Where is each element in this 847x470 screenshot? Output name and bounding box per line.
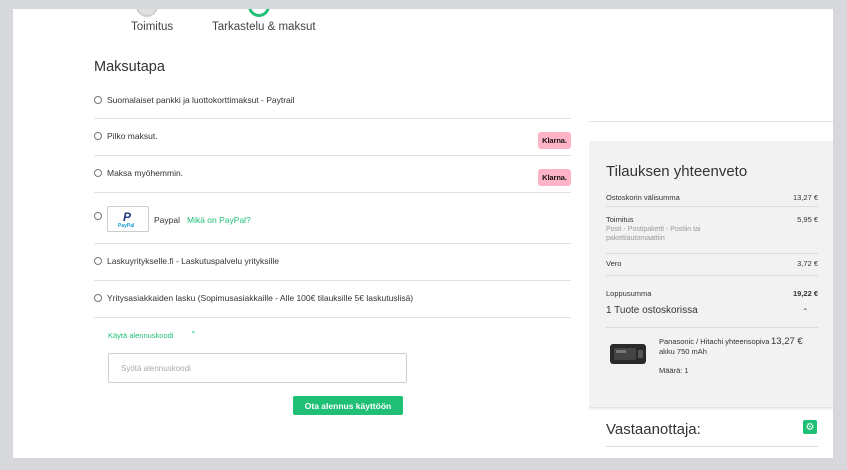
what-is-paypal-link[interactable]: Mikä on PayPal? — [187, 215, 251, 225]
chevron-up-icon[interactable]: ⌃ — [802, 307, 809, 316]
step-review-label: Tarkastelu & maksut — [212, 21, 316, 33]
payment-option-label: Suomalaiset pankki ja luottokorttimaksut… — [107, 95, 295, 105]
chevron-up-icon[interactable]: ⌃ — [190, 330, 197, 339]
total-label: Loppusumma — [606, 289, 652, 298]
subtotal-value: 13,27 € — [792, 193, 818, 202]
discount-code-input[interactable] — [108, 353, 407, 383]
summary-title: Tilauksen yhteenveto — [606, 163, 748, 180]
divider — [589, 121, 833, 122]
product-quantity: Määrä: 1 — [659, 366, 689, 375]
shipping-label: Toimitus — [606, 215, 634, 224]
tax-value: 3,72 € — [797, 259, 818, 268]
payment-option-business-invoice[interactable]: Yritysasiakkaiden lasku (Sopimusasiakkai… — [94, 282, 571, 318]
cart-items-toggle[interactable]: 1 Tuote ostoskorissa — [606, 305, 698, 316]
payment-option-label: Laskuyritykselle.fi - Laskutuspalvelu yr… — [107, 256, 279, 266]
payment-option-klarna-later[interactable]: Maksa myöhemmin. Klarna. — [94, 157, 571, 193]
payment-section-title: Maksutapa — [94, 59, 165, 75]
subtotal-label: Ostoskorin välisumma — [606, 193, 680, 202]
receiver-title: Vastaanottaja: — [606, 421, 701, 438]
divider — [606, 253, 818, 254]
payment-option-laskuyritykselle[interactable]: Laskuyritykselle.fi - Laskutuspalvelu yr… — [94, 245, 571, 281]
order-summary: Tilauksen yhteenveto Ostoskorin välisumm… — [589, 141, 833, 410]
total-value: 19,22 € — [792, 289, 818, 298]
shipping-method-detail: Posti - Postipaketti - Postiin tai paket… — [606, 226, 701, 243]
gear-icon[interactable]: ⚙ — [803, 420, 817, 434]
radio-button[interactable] — [94, 294, 102, 302]
payment-option-label: Yritysasiakkaiden lasku (Sopimusasiakkai… — [107, 293, 414, 303]
divider — [606, 446, 818, 447]
battery-product-image — [610, 344, 646, 364]
radio-button[interactable] — [94, 96, 102, 104]
product-name: Panasonic / Hitachi yhteensopiva akku 75… — [659, 337, 770, 357]
payment-option-paytrail[interactable]: Suomalaiset pankki ja luottokorttimaksut… — [94, 89, 571, 119]
checkout-page: Toimitus Tarkastelu & maksut Maksutapa S… — [13, 9, 833, 458]
step-review-indicator — [248, 9, 270, 17]
step-toimitus-label[interactable]: Toimitus — [131, 21, 173, 33]
total-row: Loppusumma 19,22 € — [606, 289, 818, 298]
product-price: 13,27 € — [771, 336, 803, 347]
tax-label: Vero — [606, 259, 622, 268]
payment-option-klarna-split[interactable]: Pilko maksut. Klarna. — [94, 120, 571, 156]
divider — [606, 206, 818, 207]
subtotal-row: Ostoskorin välisumma 13,27 € — [606, 193, 818, 202]
payment-option-paypal[interactable]: P PayPal Paypal Mikä on PayPal? — [94, 194, 571, 244]
radio-button[interactable] — [94, 132, 102, 140]
payment-option-label: Paypal — [154, 215, 180, 225]
klarna-logo: Klarna. — [538, 169, 571, 186]
payment-option-label: Pilko maksut. — [107, 131, 158, 141]
step-toimitus-indicator[interactable] — [136, 9, 158, 17]
discount-toggle[interactable]: Käytä alennuskoodi — [108, 331, 173, 340]
divider — [606, 275, 818, 276]
shipping-value: 5,95 € — [797, 215, 818, 224]
divider — [606, 327, 818, 328]
radio-button[interactable] — [94, 169, 102, 177]
divider — [589, 407, 833, 408]
payment-option-label: Maksa myöhemmin. — [107, 168, 184, 178]
radio-button[interactable] — [94, 257, 102, 265]
apply-discount-button[interactable]: Ota alennus käyttöön — [293, 396, 403, 415]
shipping-row: Toimitus 5,95 € — [606, 215, 818, 224]
tax-row: Vero 3,72 € — [606, 259, 818, 268]
klarna-logo: Klarna. — [538, 132, 571, 149]
paypal-logo: P PayPal — [107, 206, 149, 232]
